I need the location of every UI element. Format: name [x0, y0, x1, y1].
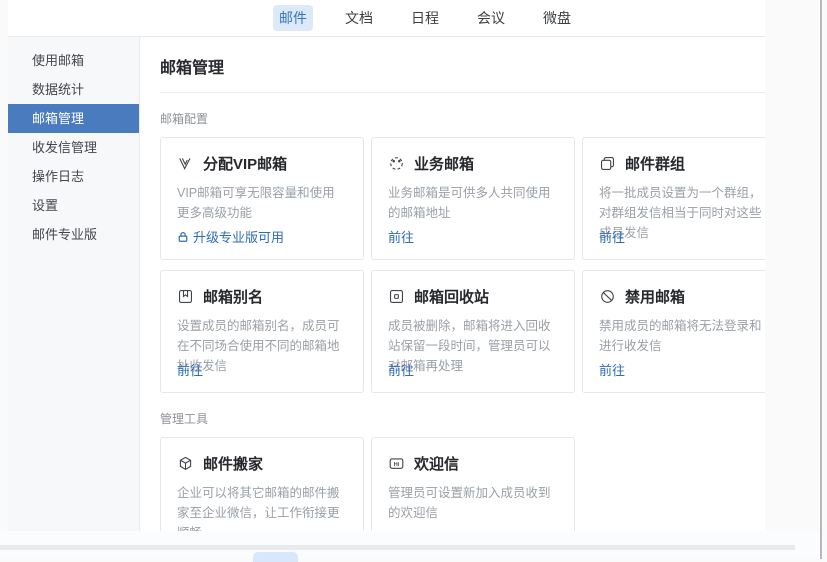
card-alias-action[interactable]: 前往 — [177, 360, 203, 379]
card-vip-title: 分配VIP邮箱 — [203, 153, 287, 174]
card-welcome-desc: 管理员可设置新加入成员收到的欢迎信 — [388, 483, 558, 523]
window-edge-line — [820, 0, 822, 559]
card-vip: 分配VIP邮箱 VIP邮箱可享无限容量和使用更多高级功能升级专业版可用 — [160, 137, 364, 260]
app-body: 使用邮箱数据统计邮箱管理收发信管理操作日志设置邮件专业版 邮箱管理 邮箱配置分配… — [8, 37, 765, 531]
card-shared-head: 业务邮箱 — [388, 153, 558, 174]
sidebar-item-mailbox-management[interactable]: 邮箱管理 — [8, 104, 139, 133]
main-content: 邮箱管理 邮箱配置分配VIP邮箱 VIP邮箱可享无限容量和使用更多高级功能升级专业… — [140, 37, 765, 531]
card-recycle: 邮箱回收站成员被删除，邮箱将进入回收站保留一段时间，管理员可以对邮箱再处理前往 — [371, 270, 575, 393]
card-move: 邮件搬家企业可以将其它邮箱的邮件搬家至企业微信，让工作衔接更顺畅前往 — [160, 437, 364, 531]
card-alias: 邮箱别名设置成员的邮箱别名，成员可在不同场合使用不同的邮箱地址收发信前往 — [160, 270, 364, 393]
main-inner: 邮箱管理 邮箱配置分配VIP邮箱 VIP邮箱可享无限容量和使用更多高级功能升级专业… — [160, 54, 765, 531]
sidebar-item-settings[interactable]: 设置 — [8, 191, 139, 220]
card-move-title: 邮件搬家 — [203, 453, 263, 474]
section-label-mailbox-config: 邮箱配置 — [160, 110, 765, 127]
title-divider — [160, 92, 765, 93]
card-group-title: 邮件群组 — [625, 153, 685, 174]
card-alias-action-label: 前往 — [177, 360, 203, 379]
lock-icon — [177, 231, 189, 243]
svg-text:Hi: Hi — [394, 462, 400, 468]
card-shared-title: 业务邮箱 — [414, 153, 474, 174]
section-label-admin-tools: 管理工具 — [160, 410, 765, 427]
card-recycle-action[interactable]: 前往 — [388, 360, 414, 379]
sidebar-item-operation-logs[interactable]: 操作日志 — [8, 162, 139, 191]
card-move-desc: 企业可以将其它邮箱的邮件搬家至企业微信，让工作衔接更顺畅 — [177, 483, 347, 531]
card-recycle-title: 邮箱回收站 — [414, 286, 489, 307]
welcome-icon: Hi — [388, 455, 405, 472]
card-welcome: Hi欢迎信管理员可设置新加入成员收到的欢迎信前往 — [371, 437, 575, 531]
card-vip-action[interactable]: 升级专业版可用 — [177, 227, 284, 246]
sidebar-item-send-receive[interactable]: 收发信管理 — [8, 133, 139, 162]
card-move-head: 邮件搬家 — [177, 453, 347, 474]
top-tab-mail[interactable]: 邮件 — [273, 5, 313, 31]
sidebar-item-mail-pro[interactable]: 邮件专业版 — [8, 220, 139, 249]
bottom-divider — [0, 545, 795, 550]
recycle-bin-icon — [388, 288, 405, 305]
main-sections: 邮箱配置分配VIP邮箱 VIP邮箱可享无限容量和使用更多高级功能升级专业版可用 业务… — [160, 110, 765, 531]
card-welcome-title: 欢迎信 — [414, 453, 459, 474]
bottom-partial-button — [253, 552, 298, 562]
card-shared-action-label: 前往 — [388, 227, 414, 246]
card-recycle-head: 邮箱回收站 — [388, 286, 558, 307]
top-tab-drive[interactable]: 微盘 — [537, 5, 577, 31]
card-disable-desc: 禁用成员的邮箱将无法登录和进行收发信 — [599, 316, 765, 356]
top-bar: 邮件文档日程会议微盘 — [8, 0, 765, 37]
shared-mailbox-icon — [388, 155, 405, 172]
mail-move-icon — [177, 455, 194, 472]
card-vip-head: 分配VIP邮箱 — [177, 153, 347, 174]
card-alias-title: 邮箱别名 — [203, 286, 263, 307]
sidebar: 使用邮箱数据统计邮箱管理收发信管理操作日志设置邮件专业版 — [8, 37, 140, 531]
card-disable-action[interactable]: 前往 — [599, 360, 625, 379]
mail-group-icon — [599, 155, 616, 172]
sidebar-item-use-mailbox[interactable]: 使用邮箱 — [8, 46, 139, 75]
card-group-action-label: 前往 — [599, 227, 625, 246]
card-group-head: 邮件群组 — [599, 153, 765, 174]
card-shared: 业务邮箱业务邮箱是可供多人共同使用的邮箱地址前往 — [371, 137, 575, 260]
card-alias-head: 邮箱别名 — [177, 286, 347, 307]
cards-admin-tools: 邮件搬家企业可以将其它邮箱的邮件搬家至企业微信，让工作衔接更顺畅前往Hi欢迎信管… — [160, 437, 765, 531]
top-tab-schedule[interactable]: 日程 — [405, 5, 445, 31]
card-welcome-head: Hi 欢迎信 — [388, 453, 558, 474]
admin-app-window: 邮件文档日程会议微盘 使用邮箱数据统计邮箱管理收发信管理操作日志设置邮件专业版 … — [8, 0, 765, 531]
top-tab-docs[interactable]: 文档 — [339, 5, 379, 31]
card-recycle-action-label: 前往 — [388, 360, 414, 379]
card-disable: 禁用邮箱禁用成员的邮箱将无法登录和进行收发信前往 — [582, 270, 765, 393]
card-vip-desc: VIP邮箱可享无限容量和使用更多高级功能 — [177, 183, 347, 223]
card-shared-desc: 业务邮箱是可供多人共同使用的邮箱地址 — [388, 183, 558, 223]
card-disable-head: 禁用邮箱 — [599, 286, 765, 307]
card-shared-action[interactable]: 前往 — [388, 227, 414, 246]
card-disable-title: 禁用邮箱 — [625, 286, 685, 307]
card-disable-action-label: 前往 — [599, 360, 625, 379]
top-nav: 邮件文档日程会议微盘 — [273, 5, 577, 31]
card-group: 邮件群组将一批成员设置为一个群组，对群组发信相当于同时对这些成员发信前往 — [582, 137, 765, 260]
disable-icon — [599, 288, 616, 305]
card-vip-action-label: 升级专业版可用 — [193, 227, 284, 246]
page-title: 邮箱管理 — [160, 54, 765, 92]
alias-icon — [177, 288, 194, 305]
cards-mailbox-config: 分配VIP邮箱VIP邮箱可享无限容量和使用更多高级功能升级专业版可用业务邮箱业务… — [160, 137, 765, 393]
vip-icon — [177, 155, 194, 172]
sidebar-item-statistics[interactable]: 数据统计 — [8, 75, 139, 104]
card-group-action[interactable]: 前往 — [599, 227, 625, 246]
top-tab-meeting[interactable]: 会议 — [471, 5, 511, 31]
